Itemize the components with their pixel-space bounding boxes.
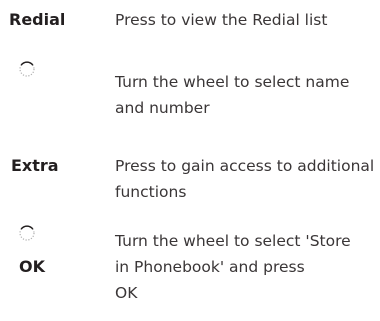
wheel-icon: [18, 224, 36, 242]
description-line: Turn the wheel to select 'Store: [115, 232, 351, 250]
redial-description: Press to view the Redial list: [115, 11, 328, 29]
extra-description: Press to gain access to additional funct…: [115, 157, 375, 201]
extra-key-label: Extra: [11, 156, 59, 175]
description-line: in Phonebook' and press: [115, 258, 305, 276]
ok-key-label: OK: [19, 257, 45, 276]
description-line: OK: [115, 284, 138, 302]
redial-key-label: Redial: [9, 10, 66, 29]
store-phonebook-description: Turn the wheel to select 'Store in Phone…: [115, 228, 377, 306]
wheel-select-description: Turn the wheel to select name and number: [115, 73, 350, 117]
wheel-icon: [18, 60, 36, 78]
